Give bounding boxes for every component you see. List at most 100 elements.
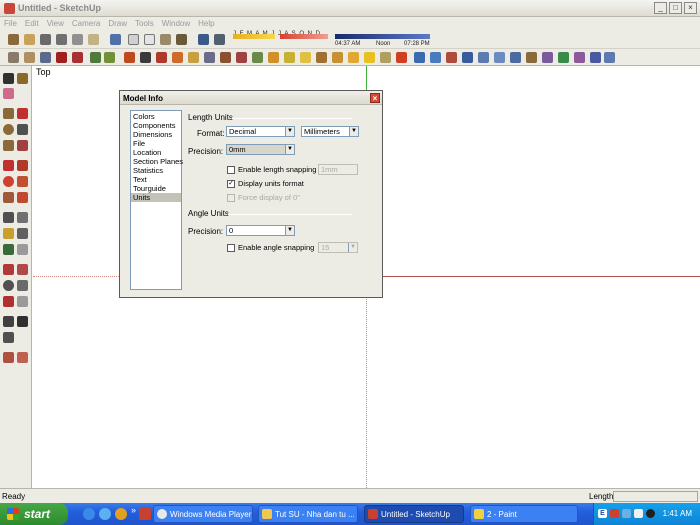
orbit-icon[interactable]	[3, 264, 14, 275]
offset-icon[interactable]	[17, 192, 28, 203]
menu-edit[interactable]: Edit	[25, 19, 39, 28]
angle-snapping-checkbox[interactable]	[227, 244, 235, 252]
shadow-date-slider[interactable]	[233, 34, 275, 39]
plugin-icon-29[interactable]	[462, 52, 473, 63]
start-button[interactable]: start	[0, 503, 68, 525]
category-colors[interactable]: Colors	[131, 112, 181, 121]
plugin-icon-4[interactable]	[56, 52, 67, 63]
unit-select[interactable]: Millimeters ▼	[301, 126, 359, 137]
polygon-icon[interactable]	[3, 140, 14, 151]
freehand-icon[interactable]	[17, 140, 28, 151]
fog-icon[interactable]	[214, 34, 225, 45]
plugin-icon-8[interactable]	[124, 52, 135, 63]
previous-view-icon[interactable]	[17, 296, 28, 307]
category-statistics[interactable]: Statistics	[131, 166, 181, 175]
quicklaunch-browser-icon[interactable]	[83, 508, 95, 520]
zoom-icon[interactable]	[3, 280, 14, 291]
angle-snapping-select[interactable]: 15 ▼	[318, 242, 358, 253]
length-snapping-field[interactable]: 1mm	[318, 164, 358, 175]
volume-icon[interactable]	[634, 509, 643, 518]
category-location[interactable]: Location	[131, 148, 181, 157]
plugin-icon-33[interactable]	[526, 52, 537, 63]
sandbox-icon-1[interactable]	[3, 352, 14, 363]
walk-icon[interactable]	[17, 316, 28, 327]
plugin-icon-10[interactable]	[156, 52, 167, 63]
select-arrow-icon[interactable]	[3, 73, 14, 84]
circle-icon[interactable]	[3, 124, 14, 135]
category-components[interactable]: Components	[131, 121, 181, 130]
plugin-icon-3[interactable]	[40, 52, 51, 63]
dialog-close-button[interactable]: ×	[370, 93, 380, 103]
axes-icon[interactable]	[3, 244, 14, 255]
plugin-icon-5[interactable]	[72, 52, 83, 63]
plugin-icon-13[interactable]	[204, 52, 215, 63]
angle-precision-select[interactable]: 0 ▼	[226, 225, 295, 236]
rectangle-icon[interactable]	[3, 108, 14, 119]
plugin-icon-9[interactable]	[140, 52, 151, 63]
delete-x-icon[interactable]	[396, 52, 407, 63]
quicklaunch-sketchup-icon[interactable]	[139, 508, 151, 520]
force-display-zero-checkbox[interactable]	[227, 194, 235, 202]
display-units-format-checkbox[interactable]: ✓	[227, 180, 235, 188]
textured-icon[interactable]	[176, 34, 187, 45]
plugin-icon-21[interactable]	[332, 52, 343, 63]
clock[interactable]: 1:41 AM	[663, 509, 692, 518]
panda-antivirus-icon[interactable]	[646, 509, 655, 518]
front-view-icon[interactable]	[56, 34, 67, 45]
language-indicator[interactable]: E	[598, 509, 607, 518]
plugin-icon-26[interactable]	[414, 52, 425, 63]
plugin-icon-18[interactable]	[284, 52, 295, 63]
line-pencil-icon[interactable]	[17, 108, 28, 119]
plugin-icon-34[interactable]	[542, 52, 553, 63]
dialog-title-bar[interactable]: Model Info ×	[120, 91, 382, 105]
category-tourguide[interactable]: Tourguide	[131, 184, 181, 193]
zoom-extents-icon[interactable]	[3, 296, 14, 307]
minimize-button[interactable]: _	[654, 2, 667, 14]
wireframe-icon[interactable]	[128, 34, 139, 45]
plugin-icon-12[interactable]	[188, 52, 199, 63]
plugin-icon-32[interactable]	[510, 52, 521, 63]
arc-icon[interactable]	[17, 124, 28, 135]
dimension-icon[interactable]	[17, 212, 28, 223]
push-pull-icon[interactable]	[17, 160, 28, 171]
right-view-icon[interactable]	[88, 34, 99, 45]
shadow-icon[interactable]	[198, 34, 209, 45]
shadow-time-slider[interactable]	[335, 34, 430, 39]
plugin-icon-2[interactable]	[24, 52, 35, 63]
category-file[interactable]: File	[131, 139, 181, 148]
plugin-icon-36[interactable]	[574, 52, 585, 63]
category-dimensions[interactable]: Dimensions	[131, 130, 181, 139]
plugin-icon-30[interactable]	[478, 52, 489, 63]
menu-view[interactable]: View	[47, 19, 64, 28]
plugin-icon-24[interactable]	[380, 52, 391, 63]
category-list[interactable]: Colors Components Dimensions File Locati…	[130, 110, 183, 290]
task-paint[interactable]: 2 - Paint	[470, 505, 578, 523]
quicklaunch-desktop-icon[interactable]	[99, 508, 111, 520]
plugin-icon-15[interactable]	[236, 52, 247, 63]
task-sketchup[interactable]: Untitled - SketchUp	[364, 505, 464, 523]
zoom-window-icon[interactable]	[17, 280, 28, 291]
back-view-icon[interactable]	[72, 34, 83, 45]
tape-measure-icon[interactable]	[3, 212, 14, 223]
menu-camera[interactable]: Camera	[72, 19, 100, 28]
menu-file[interactable]: File	[4, 19, 17, 28]
category-units[interactable]: Units	[131, 193, 181, 202]
section-plane-icon[interactable]	[17, 244, 28, 255]
task-windows-media-player[interactable]: Windows Media Player	[153, 505, 253, 523]
plugin-icon-16[interactable]	[252, 52, 263, 63]
measurements-input[interactable]	[613, 491, 698, 502]
plugin-icon-19[interactable]	[300, 52, 311, 63]
quicklaunch-media-icon[interactable]	[115, 508, 127, 520]
menu-window[interactable]: Window	[162, 19, 190, 28]
network-icon[interactable]	[622, 509, 631, 518]
position-camera-icon[interactable]	[3, 316, 14, 327]
look-around-icon[interactable]	[3, 332, 14, 343]
plugin-icon-20[interactable]	[316, 52, 327, 63]
length-precision-select[interactable]: 0mm ▼	[226, 144, 295, 155]
menu-draw[interactable]: Draw	[108, 19, 127, 28]
menu-tools[interactable]: Tools	[135, 19, 154, 28]
plugin-icon-31[interactable]	[494, 52, 505, 63]
plugin-icon-1[interactable]	[8, 52, 19, 63]
plugin-icon-11[interactable]	[172, 52, 183, 63]
category-text[interactable]: Text	[131, 175, 181, 184]
